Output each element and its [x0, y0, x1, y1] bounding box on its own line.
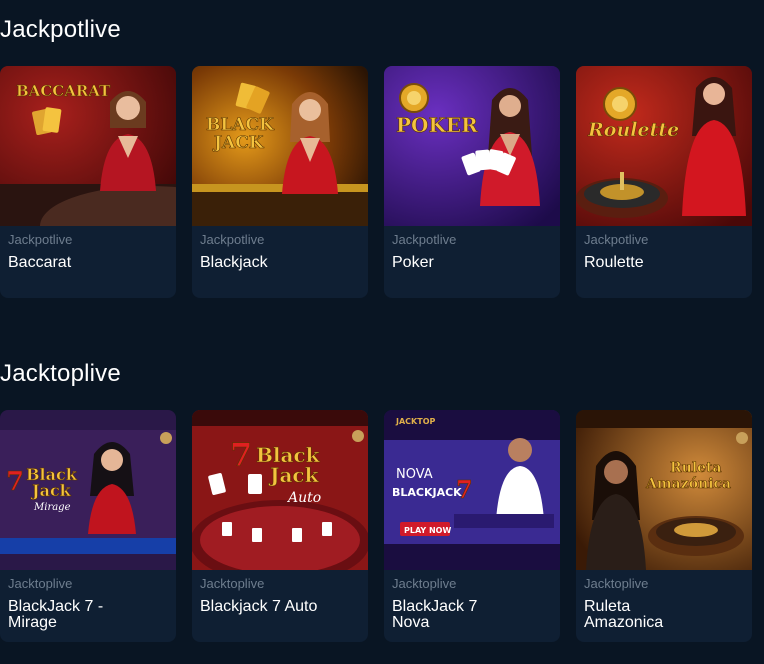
game-grid-jacktoplive: 7 Black Jack Mirage Jacktoplive BlackJac…	[0, 410, 764, 642]
thumb-number: 7	[6, 467, 24, 497]
game-provider: Jackpotlive	[584, 232, 649, 247]
section-title-jackpotlive: Jackpotlive	[0, 16, 121, 43]
game-thumbnail-poker[interactable]: POKER	[384, 66, 560, 226]
game-card-blackjack[interactable]: BLACK JACK Jackpotlive Blackjack	[192, 66, 368, 298]
thumb-title: BACCARAT	[16, 82, 111, 100]
game-provider: Jacktoplive	[584, 576, 649, 591]
game-provider: Jacktoplive	[392, 576, 457, 591]
game-card-blackjack-7-nova[interactable]: JACKTOP NOVA BLACKJACK 7 PLAY NOW Jackto…	[384, 410, 560, 642]
thumb-title-line2: BLACKJACK	[392, 486, 462, 499]
game-name: Roulette	[584, 254, 644, 271]
thumb-number: 7	[230, 436, 252, 474]
game-name: Baccarat	[8, 254, 72, 271]
game-name: BlackJack 7 - Mirage	[8, 598, 104, 631]
game-card-ruleta-amazonica[interactable]: Ruleta Amazónica Jacktoplive Ruleta Amaz…	[576, 410, 752, 642]
game-card-blackjack-7-mirage[interactable]: 7 Black Jack Mirage Jacktoplive BlackJac…	[0, 410, 176, 642]
game-name: Poker	[392, 254, 434, 271]
game-name: Blackjack 7 Auto	[200, 598, 318, 615]
thumb-title: NOVA	[396, 467, 433, 482]
game-provider: Jacktoplive	[8, 576, 73, 591]
game-thumbnail-blackjack-7-nova[interactable]: JACKTOP NOVA BLACKJACK 7 PLAY NOW	[384, 410, 560, 570]
game-thumbnail-blackjack-7-mirage[interactable]: 7 Black Jack Mirage	[0, 410, 176, 570]
section-title-jacktoplive: Jacktoplive	[0, 360, 121, 387]
game-provider: Jacktoplive	[200, 576, 265, 591]
thumb-badge: PLAY NOW	[404, 526, 451, 535]
game-name: BlackJack 7 Nova	[392, 598, 478, 631]
thumb-title: Ruleta	[670, 460, 722, 476]
thumb-number: 7	[456, 475, 473, 504]
game-thumbnail-ruleta-amazonica[interactable]: Ruleta Amazónica	[576, 410, 752, 570]
thumb-title-line2: Amazónica	[645, 476, 731, 492]
thumb-title: BLACK	[206, 115, 275, 135]
game-provider: Jackpotlive	[392, 232, 457, 247]
thumb-brand: JACKTOP	[395, 417, 435, 426]
game-card-baccarat[interactable]: BACCARAT Jackpotlive Baccarat	[0, 66, 176, 298]
thumb-subtitle: Auto	[286, 490, 321, 506]
thumb-title: Roulette	[587, 119, 679, 141]
thumb-title: POKER	[396, 113, 478, 137]
thumb-title-line2: Jack	[30, 481, 72, 500]
game-thumbnail-roulette[interactable]: Roulette	[576, 66, 752, 226]
game-grid-jackpotlive: BACCARAT Jackpotlive Baccarat BLACK JACK…	[0, 66, 764, 298]
game-thumbnail-blackjack-7-auto[interactable]: 7 Black Jack Auto	[192, 410, 368, 570]
thumb-title-line2: Jack	[268, 463, 320, 487]
game-provider: Jackpotlive	[8, 232, 73, 247]
game-card-blackjack-7-auto[interactable]: 7 Black Jack Auto Jacktoplive Blackjack …	[192, 410, 368, 642]
game-name: Ruleta Amazonica	[584, 598, 664, 631]
game-card-poker[interactable]: POKER Jackpotlive Poker	[384, 66, 560, 298]
game-provider: Jackpotlive	[200, 232, 265, 247]
thumb-subtitle: Mirage	[33, 502, 71, 513]
game-name: Blackjack	[200, 254, 268, 271]
thumb-title-line2: JACK	[212, 133, 265, 153]
game-thumbnail-blackjack[interactable]: BLACK JACK	[192, 66, 368, 226]
game-thumbnail-baccarat[interactable]: BACCARAT	[0, 66, 176, 226]
game-card-roulette[interactable]: Roulette Jackpotlive Roulette	[576, 66, 752, 298]
